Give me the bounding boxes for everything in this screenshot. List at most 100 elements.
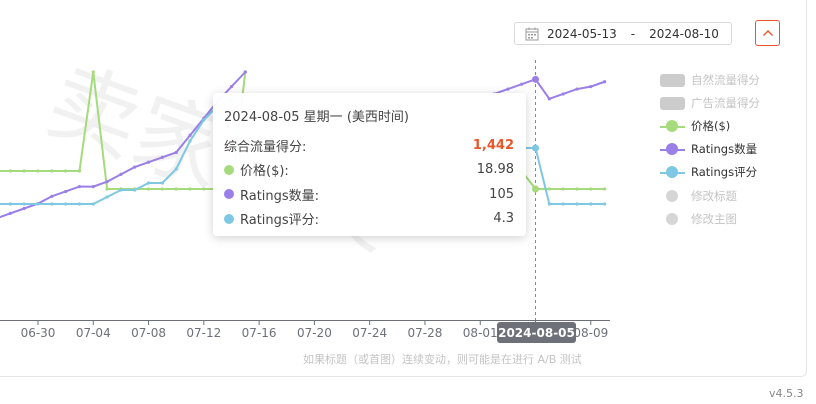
chart-tooltip: 2024-08-05 星期一 (美西时间) 综合流量得分: 1,442 价格($…: [213, 93, 526, 236]
data-point[interactable]: [160, 181, 164, 185]
data-point[interactable]: [188, 139, 192, 143]
data-point[interactable]: [520, 82, 524, 86]
tooltip-value: 18.98: [476, 162, 514, 178]
data-point[interactable]: [77, 184, 82, 189]
data-point[interactable]: [202, 118, 206, 122]
ab-test-footnote: 如果标题（或首图）连续变动，则可能是在进行 A/B 测试: [303, 353, 582, 366]
data-point[interactable]: [8, 211, 12, 215]
data-point[interactable]: [202, 187, 206, 191]
data-point[interactable]: [561, 187, 565, 191]
data-point[interactable]: [146, 160, 151, 164]
x-tick-label: 07-20: [297, 326, 332, 340]
data-point[interactable]: [133, 165, 137, 169]
data-point[interactable]: [22, 169, 26, 173]
legend-item-ad-score[interactable]: 广告流量得分: [660, 91, 800, 114]
legend-line-icon: [660, 142, 685, 156]
legend-item-title-change[interactable]: 修改标题: [660, 184, 800, 207]
data-point[interactable]: [174, 150, 178, 155]
data-point[interactable]: [174, 167, 178, 171]
data-point[interactable]: [506, 87, 510, 91]
data-point[interactable]: [589, 85, 593, 89]
data-point[interactable]: [575, 87, 579, 91]
data-point[interactable]: [22, 206, 26, 211]
data-point[interactable]: [188, 133, 192, 137]
data-point[interactable]: [105, 187, 109, 191]
data-point[interactable]: [561, 92, 565, 96]
legend-rect-icon: [660, 73, 685, 87]
data-point[interactable]: [91, 184, 95, 189]
data-point[interactable]: [36, 169, 40, 173]
data-point[interactable]: [589, 202, 593, 206]
data-point[interactable]: [22, 202, 26, 206]
data-point[interactable]: [229, 85, 234, 89]
legend-item-image-change[interactable]: 修改主图: [660, 207, 800, 230]
data-point[interactable]: [547, 97, 551, 101]
data-point[interactable]: [91, 70, 95, 74]
legend-label: Ratings评分: [691, 165, 758, 180]
data-point[interactable]: [603, 187, 607, 191]
data-point[interactable]: [64, 202, 68, 206]
data-point[interactable]: [174, 187, 178, 191]
legend-label: Ratings数量: [691, 142, 758, 157]
series-dot-icon: [224, 164, 234, 175]
data-point[interactable]: [603, 80, 607, 84]
legend-label: 修改主图: [691, 211, 737, 226]
data-point[interactable]: [105, 195, 109, 199]
legend-line-icon: [660, 119, 685, 133]
data-point[interactable]: [91, 202, 95, 206]
x-tick-label: 07-24: [352, 326, 387, 340]
x-tick-label: 07-16: [242, 326, 277, 340]
legend-rect-icon: [660, 96, 685, 110]
tooltip-label: Ratings数量:: [240, 188, 320, 204]
data-point[interactable]: [561, 202, 565, 206]
legend-item-price[interactable]: 价格($): [660, 114, 800, 137]
data-point[interactable]: [575, 202, 579, 206]
x-tick-label: 08-09: [573, 326, 608, 340]
data-point[interactable]: [603, 202, 607, 206]
data-point[interactable]: [547, 187, 551, 191]
tooltip-value: 105: [489, 186, 514, 202]
data-point[interactable]: [146, 181, 151, 185]
data-point[interactable]: [50, 194, 54, 198]
tooltip-row-ratings-count: Ratings数量: 105: [224, 182, 514, 207]
legend-item-ratings-count[interactable]: Ratings数量: [660, 138, 800, 161]
legend-item-organic-score[interactable]: 自然流量得分: [660, 68, 800, 91]
data-point[interactable]: [532, 185, 540, 193]
series-dot-icon: [224, 189, 234, 200]
data-point[interactable]: [50, 202, 54, 206]
legend-item-ratings-score[interactable]: Ratings评分: [660, 161, 800, 184]
data-point[interactable]: [77, 202, 82, 206]
legend-label: 修改标题: [691, 188, 737, 203]
data-point[interactable]: [8, 202, 12, 206]
data-point[interactable]: [160, 155, 164, 159]
x-tick-label: 07-08: [131, 326, 166, 340]
data-point[interactable]: [64, 189, 68, 194]
data-point[interactable]: [589, 187, 593, 191]
data-point[interactable]: [532, 75, 540, 83]
legend-dot-icon: [660, 189, 685, 203]
data-point[interactable]: [119, 188, 123, 192]
legend-line-icon: [660, 165, 685, 179]
data-point[interactable]: [105, 180, 109, 184]
data-point[interactable]: [119, 172, 123, 176]
data-point[interactable]: [133, 188, 137, 192]
data-point[interactable]: [188, 187, 192, 191]
data-point[interactable]: [243, 70, 247, 74]
data-point[interactable]: [547, 202, 551, 206]
axis-pointer-label: 2024-08-05: [497, 322, 576, 343]
data-point[interactable]: [532, 144, 540, 152]
data-point[interactable]: [50, 169, 54, 173]
tooltip-row-ratings-score: Ratings评分: 4.3: [224, 207, 514, 232]
tooltip-value: 1,442: [472, 137, 514, 153]
data-point[interactable]: [160, 187, 164, 191]
series-dot-icon: [224, 213, 234, 224]
legend-label: 价格($): [691, 118, 731, 133]
data-point[interactable]: [77, 169, 82, 173]
data-point[interactable]: [36, 202, 40, 206]
data-point[interactable]: [146, 187, 151, 191]
x-tick-label: 07-12: [186, 326, 221, 340]
data-point[interactable]: [8, 169, 12, 173]
data-point[interactable]: [64, 169, 68, 173]
legend-label: 自然流量得分: [691, 72, 760, 87]
data-point[interactable]: [575, 187, 579, 191]
